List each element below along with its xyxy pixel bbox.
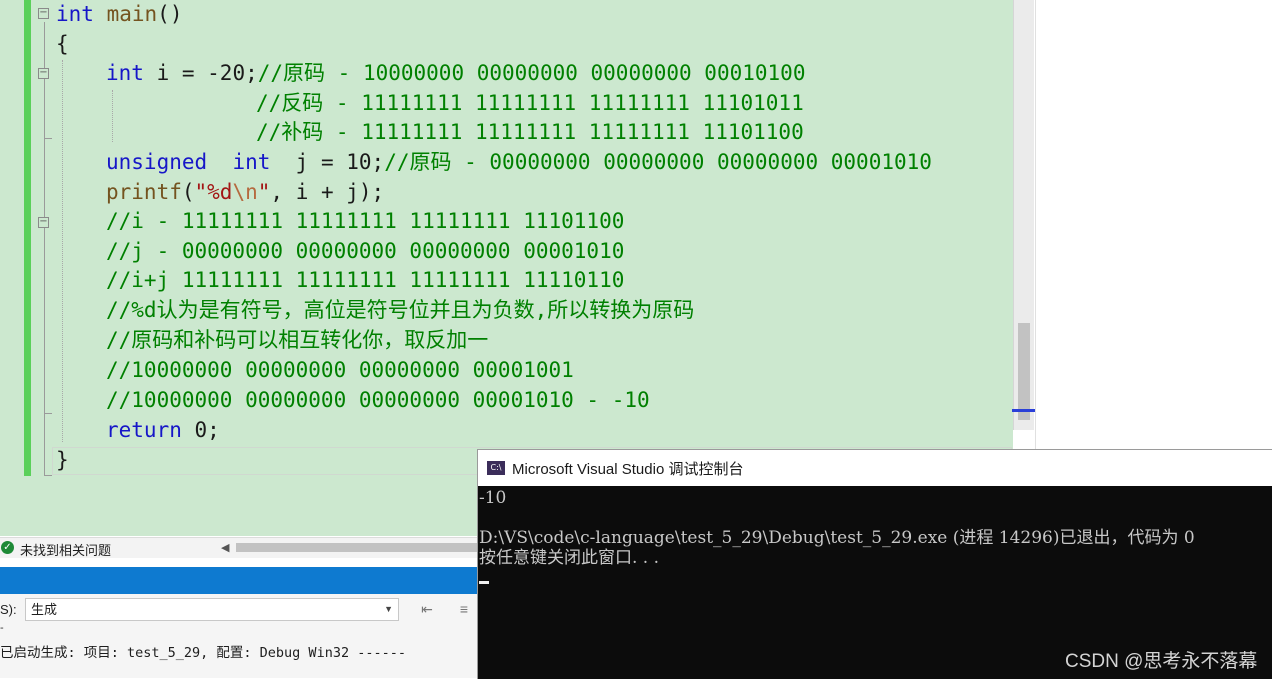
console-title: Microsoft Visual Studio 调试控制台	[512, 461, 744, 478]
comment: //%d认为是有符号，高位是符号位并且为负数,所以转换为原码	[106, 298, 695, 322]
output-source-dropdown[interactable]: 生成 ▼	[25, 598, 399, 621]
clear-all-icon[interactable]: ≡	[454, 599, 474, 619]
code-line-3: int i = -20;//原码 - 10000000 00000000 000…	[106, 59, 805, 88]
outline-end-mark	[44, 475, 52, 476]
outline-end-mark	[44, 413, 52, 414]
code-text: i = -20;	[143, 61, 258, 85]
function-name: printf	[106, 180, 182, 204]
scroll-left-icon[interactable]: ◀	[221, 541, 229, 554]
output-panel: S): 生成 ▼ ⇤ ≡ - 已启动生成: 项目: test_5_29, 配置:…	[0, 594, 478, 678]
find-message-icon[interactable]: ⇤	[417, 599, 437, 619]
keyword: unsigned	[106, 150, 208, 174]
horizontal-scrollbar-thumb[interactable]	[236, 543, 478, 552]
comment: //i - 11111111 11111111 11111111 1110110…	[106, 209, 625, 233]
code-text: ()	[157, 2, 183, 26]
comment: //补码 - 11111111 11111111 11111111 111011…	[256, 120, 804, 144]
code-text: (	[181, 180, 195, 204]
code-line-7: printf("%d\n", i + j);	[106, 178, 384, 207]
console-cursor	[479, 581, 489, 584]
code-line-10: //i+j 11111111 11111111 11111111 1111011…	[106, 266, 624, 295]
code-line-16: }	[56, 446, 69, 475]
escape-sequence: \n	[232, 180, 258, 204]
comment: //10000000 00000000 00000000 00001001	[106, 358, 574, 382]
console-output-line: 按任意键关闭此窗口. . .	[479, 548, 660, 568]
code-text: 0;	[181, 418, 220, 442]
build-output-line: 已启动生成: 项目: test_5_29, 配置: Debug Win32 --…	[0, 645, 406, 661]
collapse-comment-group-icon[interactable]: −	[38, 217, 49, 228]
comment: //反码 - 11111111 11111111 11111111 111010…	[256, 91, 804, 115]
change-tracking-bar	[24, 0, 31, 476]
vertical-scrollbar-thumb[interactable]	[1018, 323, 1030, 420]
string-literal: "	[257, 180, 271, 204]
comment: //i+j 11111111 11111111 11111111 1111011…	[106, 268, 625, 292]
code-line-13: //10000000 00000000 00000000 00001001	[106, 356, 574, 385]
code-text: , i + j);	[270, 180, 385, 204]
console-titlebar[interactable]: C:\ Microsoft Visual Studio 调试控制台	[478, 450, 1272, 486]
indent-guide	[112, 90, 113, 142]
check-circle-icon[interactable]: ✓	[1, 541, 14, 554]
indent-guide	[62, 60, 63, 442]
code-text: j = 10;	[270, 150, 385, 174]
code-line-11: //%d认为是有符号，高位是符号位并且为负数,所以转换为原码	[106, 296, 694, 325]
comment: //原码 - 10000000 00000000 00000000 000101…	[257, 61, 806, 85]
outline-end-mark	[44, 138, 52, 139]
console-output-line: D:\VS\code\c-language\test_5_29\Debug\te…	[479, 528, 1195, 548]
code-text: }	[56, 448, 69, 472]
keyword: return	[106, 418, 182, 442]
comment: //j - 00000000 00000000 00000000 0000101…	[106, 239, 625, 263]
output-source-label: S):	[0, 602, 17, 617]
function-name: main	[106, 2, 158, 26]
scrollbar-caret-marker	[1012, 409, 1035, 412]
keyword: int	[232, 150, 271, 174]
output-panel-header	[0, 567, 478, 594]
console-app-icon: C:\	[487, 461, 505, 475]
editor-status-bar: ✓ 未找到相关问题 ◀	[0, 537, 478, 558]
comment: //原码和补码可以相互转化你，取反加一	[106, 328, 489, 352]
code-line-14: //10000000 00000000 00000000 00001010 - …	[106, 386, 650, 415]
issues-status-text[interactable]: 未找到相关问题	[20, 540, 111, 559]
output-source-value: 生成	[31, 602, 58, 617]
code-line-6: unsigned int j = 10;//原码 - 00000000 0000…	[106, 148, 932, 177]
console-output-line: -10	[479, 488, 507, 508]
code-line-1: int main()	[56, 0, 182, 29]
chevron-down-icon[interactable]: ▼	[384, 599, 393, 620]
code-line-15: return 0;	[106, 416, 220, 445]
debug-console-window[interactable]: C:\ Microsoft Visual Studio 调试控制台 -10 D:…	[477, 449, 1272, 679]
right-panel	[1035, 0, 1272, 450]
watermark: CSDN @思考永不落幕	[1065, 651, 1258, 672]
code-text: {	[56, 32, 69, 56]
collapse-main-icon[interactable]: −	[38, 8, 49, 19]
comment: //原码 - 00000000 00000000 00000000 000010…	[384, 150, 932, 174]
comment: //10000000 00000000 00000000 00001010 - …	[106, 388, 650, 412]
code-line-2: {	[56, 30, 69, 59]
collapse-comment-block-icon[interactable]: −	[38, 68, 49, 79]
output-dash-mark: -	[0, 622, 4, 634]
code-line-8: //i - 11111111 11111111 11111111 1110110…	[106, 207, 624, 236]
string-literal: "%d	[194, 180, 233, 204]
keyword: int	[56, 2, 94, 26]
keyword: int	[106, 61, 144, 85]
code-line-4: //反码 - 11111111 11111111 11111111 111010…	[256, 89, 804, 118]
code-line-5: //补码 - 11111111 11111111 11111111 111011…	[256, 118, 804, 147]
code-line-9: //j - 00000000 00000000 00000000 0000101…	[106, 237, 624, 266]
outline-line	[44, 22, 45, 475]
code-line-12: //原码和补码可以相互转化你，取反加一	[106, 326, 488, 355]
